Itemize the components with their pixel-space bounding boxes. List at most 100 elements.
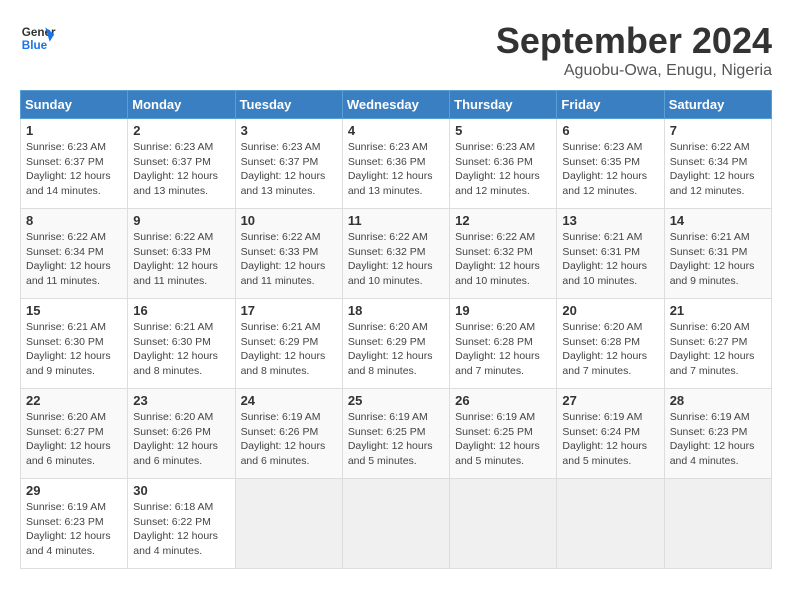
day-info: Sunrise: 6:20 AMSunset: 6:27 PMDaylight:… [26, 410, 122, 469]
weekday-header-wednesday: Wednesday [342, 91, 449, 119]
weekday-header-tuesday: Tuesday [235, 91, 342, 119]
day-info: Sunrise: 6:21 AMSunset: 6:30 PMDaylight:… [133, 320, 229, 379]
day-info: Sunrise: 6:19 AMSunset: 6:23 PMDaylight:… [670, 410, 766, 469]
day-number: 11 [348, 213, 444, 228]
day-cell: 27Sunrise: 6:19 AMSunset: 6:24 PMDayligh… [557, 389, 664, 479]
day-info: Sunrise: 6:19 AMSunset: 6:24 PMDaylight:… [562, 410, 658, 469]
day-info: Sunrise: 6:23 AMSunset: 6:36 PMDaylight:… [455, 140, 551, 199]
day-info: Sunrise: 6:19 AMSunset: 6:23 PMDaylight:… [26, 500, 122, 559]
day-cell: 6 Sunrise: 6:23 AMSunset: 6:35 PMDaylight… [557, 119, 664, 209]
day-cell: 7 Sunrise: 6:22 AMSunset: 6:34 PMDaylight… [664, 119, 771, 209]
day-cell: 14 Sunrise: 6:21 AMSunset: 6:31 PMDayligh… [664, 209, 771, 299]
month-title: September 2024 [496, 20, 772, 62]
day-cell: 30 Sunrise: 6:18 AMSunset: 6:22 PMDayligh… [128, 479, 235, 569]
day-number: 14 [670, 213, 766, 228]
day-info: Sunrise: 6:21 AMSunset: 6:30 PMDaylight:… [26, 320, 122, 379]
weekday-header-friday: Friday [557, 91, 664, 119]
day-number: 5 [455, 123, 551, 138]
day-cell: 21Sunrise: 6:20 AMSunset: 6:27 PMDayligh… [664, 299, 771, 389]
day-number: 1 [26, 123, 122, 138]
day-number: 20 [562, 303, 658, 318]
day-info: Sunrise: 6:22 AMSunset: 6:33 PMDaylight:… [133, 230, 229, 289]
day-cell [664, 479, 771, 569]
day-cell [450, 479, 557, 569]
day-number: 23 [133, 393, 229, 408]
logo: General Blue [20, 20, 56, 56]
day-number: 15 [26, 303, 122, 318]
day-info: Sunrise: 6:22 AMSunset: 6:34 PMDaylight:… [670, 140, 766, 199]
day-cell: 13Sunrise: 6:21 AMSunset: 6:31 PMDayligh… [557, 209, 664, 299]
weekday-header-row: SundayMondayTuesdayWednesdayThursdayFrid… [21, 91, 772, 119]
day-info: Sunrise: 6:19 AMSunset: 6:25 PMDaylight:… [455, 410, 551, 469]
title-area: September 2024 Aguobu-Owa, Enugu, Nigeri… [496, 20, 772, 80]
day-info: Sunrise: 6:23 AMSunset: 6:37 PMDaylight:… [133, 140, 229, 199]
day-info: Sunrise: 6:21 AMSunset: 6:31 PMDaylight:… [562, 230, 658, 289]
day-cell [557, 479, 664, 569]
day-cell: 4Sunrise: 6:23 AMSunset: 6:36 PMDaylight… [342, 119, 449, 209]
day-number: 30 [133, 483, 229, 498]
day-cell: 12 Sunrise: 6:22 AMSunset: 6:32 PMDayligh… [450, 209, 557, 299]
weekday-header-saturday: Saturday [664, 91, 771, 119]
day-number: 6 [562, 123, 658, 138]
day-number: 26 [455, 393, 551, 408]
day-info: Sunrise: 6:18 AMSunset: 6:22 PMDaylight:… [133, 500, 229, 559]
day-cell: 28Sunrise: 6:19 AMSunset: 6:23 PMDayligh… [664, 389, 771, 479]
day-cell: 1 Sunrise: 6:23 AMSunset: 6:37 PMDaylight… [21, 119, 128, 209]
day-info: Sunrise: 6:21 AMSunset: 6:29 PMDaylight:… [241, 320, 337, 379]
svg-text:Blue: Blue [22, 39, 48, 52]
day-info: Sunrise: 6:22 AMSunset: 6:32 PMDaylight:… [348, 230, 444, 289]
day-number: 9 [133, 213, 229, 228]
weekday-header-sunday: Sunday [21, 91, 128, 119]
day-cell [342, 479, 449, 569]
week-row-1: 1 Sunrise: 6:23 AMSunset: 6:37 PMDaylight… [21, 119, 772, 209]
week-row-4: 22 Sunrise: 6:20 AMSunset: 6:27 PMDayligh… [21, 389, 772, 479]
day-info: Sunrise: 6:19 AMSunset: 6:25 PMDaylight:… [348, 410, 444, 469]
day-number: 21 [670, 303, 766, 318]
day-info: Sunrise: 6:20 AMSunset: 6:28 PMDaylight:… [562, 320, 658, 379]
calendar-table: SundayMondayTuesdayWednesdayThursdayFrid… [20, 90, 772, 569]
logo-icon: General Blue [20, 20, 56, 56]
day-cell: 15 Sunrise: 6:21 AMSunset: 6:30 PMDayligh… [21, 299, 128, 389]
page-header: General Blue September 2024 Aguobu-Owa, … [20, 20, 772, 80]
day-number: 7 [670, 123, 766, 138]
day-cell: 5 Sunrise: 6:23 AMSunset: 6:36 PMDaylight… [450, 119, 557, 209]
day-number: 3 [241, 123, 337, 138]
week-row-2: 8 Sunrise: 6:22 AMSunset: 6:34 PMDaylight… [21, 209, 772, 299]
day-info: Sunrise: 6:23 AMSunset: 6:35 PMDaylight:… [562, 140, 658, 199]
day-info: Sunrise: 6:22 AMSunset: 6:34 PMDaylight:… [26, 230, 122, 289]
day-cell: 11 Sunrise: 6:22 AMSunset: 6:32 PMDayligh… [342, 209, 449, 299]
day-cell: 17 Sunrise: 6:21 AMSunset: 6:29 PMDayligh… [235, 299, 342, 389]
day-number: 12 [455, 213, 551, 228]
day-cell: 8 Sunrise: 6:22 AMSunset: 6:34 PMDaylight… [21, 209, 128, 299]
day-number: 18 [348, 303, 444, 318]
week-row-5: 29 Sunrise: 6:19 AMSunset: 6:23 PMDayligh… [21, 479, 772, 569]
day-cell: 18 Sunrise: 6:20 AMSunset: 6:29 PMDayligh… [342, 299, 449, 389]
day-cell: 2 Sunrise: 6:23 AMSunset: 6:37 PMDaylight… [128, 119, 235, 209]
day-cell [235, 479, 342, 569]
day-info: Sunrise: 6:19 AMSunset: 6:26 PMDaylight:… [241, 410, 337, 469]
weekday-header-thursday: Thursday [450, 91, 557, 119]
day-cell: 24Sunrise: 6:19 AMSunset: 6:26 PMDayligh… [235, 389, 342, 479]
day-cell: 29 Sunrise: 6:19 AMSunset: 6:23 PMDayligh… [21, 479, 128, 569]
day-number: 16 [133, 303, 229, 318]
day-cell: 19Sunrise: 6:20 AMSunset: 6:28 PMDayligh… [450, 299, 557, 389]
weekday-header-monday: Monday [128, 91, 235, 119]
location-subtitle: Aguobu-Owa, Enugu, Nigeria [496, 62, 772, 80]
day-info: Sunrise: 6:20 AMSunset: 6:29 PMDaylight:… [348, 320, 444, 379]
day-number: 17 [241, 303, 337, 318]
day-info: Sunrise: 6:22 AMSunset: 6:32 PMDaylight:… [455, 230, 551, 289]
day-info: Sunrise: 6:21 AMSunset: 6:31 PMDaylight:… [670, 230, 766, 289]
day-number: 8 [26, 213, 122, 228]
day-cell: 26 Sunrise: 6:19 AMSunset: 6:25 PMDayligh… [450, 389, 557, 479]
day-number: 2 [133, 123, 229, 138]
day-info: Sunrise: 6:20 AMSunset: 6:28 PMDaylight:… [455, 320, 551, 379]
day-info: Sunrise: 6:20 AMSunset: 6:26 PMDaylight:… [133, 410, 229, 469]
day-number: 25 [348, 393, 444, 408]
week-row-3: 15 Sunrise: 6:21 AMSunset: 6:30 PMDayligh… [21, 299, 772, 389]
day-number: 4 [348, 123, 444, 138]
day-info: Sunrise: 6:22 AMSunset: 6:33 PMDaylight:… [241, 230, 337, 289]
day-info: Sunrise: 6:23 AMSunset: 6:37 PMDaylight:… [26, 140, 122, 199]
day-number: 29 [26, 483, 122, 498]
day-cell: 25 Sunrise: 6:19 AMSunset: 6:25 PMDayligh… [342, 389, 449, 479]
day-number: 22 [26, 393, 122, 408]
